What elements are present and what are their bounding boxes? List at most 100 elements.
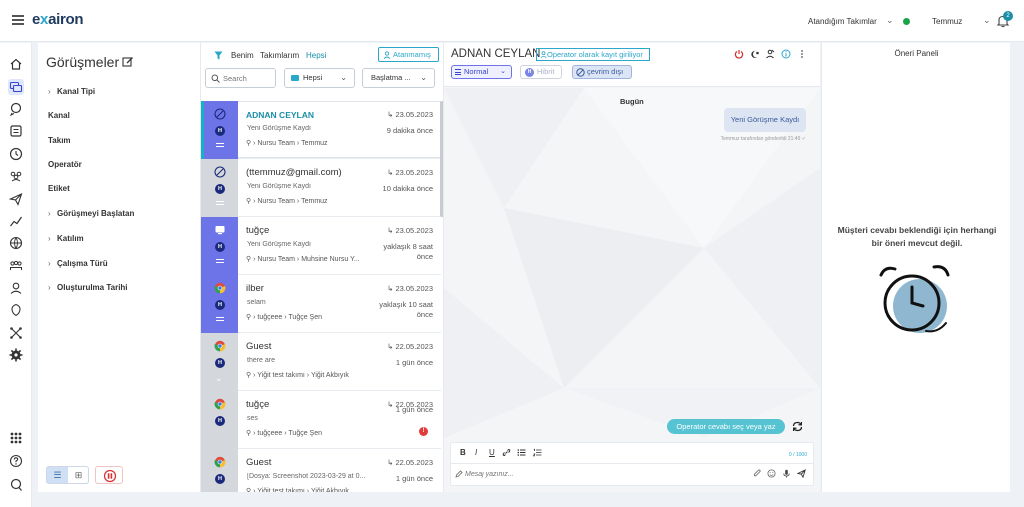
mode-select[interactable]: Normal ⌄ xyxy=(451,65,512,79)
filter-team[interactable]: Takım xyxy=(48,136,71,145)
grid-view-icon[interactable]: ⊞ xyxy=(68,467,89,483)
italic-button[interactable]: I xyxy=(475,448,477,457)
apps-grid-icon[interactable] xyxy=(8,430,24,446)
tab-teams[interactable]: Takımlarım xyxy=(260,51,299,60)
conversation-name: Guest xyxy=(246,457,272,468)
tab-mine[interactable]: Benim xyxy=(231,51,254,60)
filter-created-date[interactable]: › Oluşturulma Tarihi xyxy=(48,283,128,292)
chevron-down-icon[interactable]: ⌄ xyxy=(215,373,223,384)
integrations-icon[interactable] xyxy=(8,325,24,341)
transfer-user-icon[interactable] xyxy=(765,49,775,59)
underline-button[interactable]: U xyxy=(489,448,495,457)
team-icon[interactable] xyxy=(8,168,24,184)
conversation-row[interactable]: H Guest ↳ 22.05.2023 [Dosya: Screenshot 202… xyxy=(201,449,441,492)
link-icon[interactable] xyxy=(502,448,511,457)
mode-select-value: Normal xyxy=(464,67,489,76)
conversation-assignment: ⚲ › Nursu Team › Temmuz xyxy=(246,197,328,205)
info-icon[interactable] xyxy=(781,49,791,59)
conversation-row[interactable]: Hilber ↳ 23.05.2023 selam yaklaşık 10 saat … xyxy=(201,275,441,333)
conversation-team: tuğçeee xyxy=(257,430,283,437)
bullet-list-icon[interactable] xyxy=(517,448,526,457)
conversation-operator: Yiğit Akbıyık xyxy=(310,488,349,492)
gear-icon[interactable] xyxy=(8,347,24,363)
users-group-icon[interactable] xyxy=(8,258,24,274)
microphone-icon[interactable] xyxy=(782,469,791,478)
suggestion-panel: Öneri Paneli Müşteri cevabı beklendiği i… xyxy=(821,43,1010,492)
numbered-list-icon[interactable] xyxy=(533,448,542,457)
message-meta: Temmuz tarafından gönderildi 21:49 ✓ xyxy=(720,136,806,142)
suggest-reply-button[interactable]: Operator cevabı seç veya yaz xyxy=(667,419,785,434)
filter-initiator[interactable]: › Görüşmeyi Başlatan xyxy=(48,209,134,218)
shield-icon[interactable] xyxy=(8,302,24,318)
hybrid-button[interactable]: H Hibrit xyxy=(520,65,562,79)
filter-work-type[interactable]: › Çalışma Türü xyxy=(48,259,108,268)
conversation-operator: Yiğit Akbıyık xyxy=(310,372,349,379)
list-view-icon[interactable]: ☰ xyxy=(47,467,68,483)
sort-filter-select[interactable]: Başlatma ... ⌄ xyxy=(362,68,435,88)
attachment-icon[interactable] xyxy=(753,469,762,478)
conversation-row[interactable]: Htuğçe ↳ 22.05.2023 ses 1 gün önce! ⚲ › tuğç… xyxy=(201,391,441,449)
pause-button[interactable] xyxy=(95,466,123,484)
character-counter: 0 / 1000 xyxy=(788,452,807,458)
filter-icon[interactable] xyxy=(214,51,223,60)
channel-filter-select[interactable]: Hepsi ⌄ xyxy=(284,68,355,88)
message-composer: B I U 0 / 1000 xyxy=(450,442,814,486)
conversation-row[interactable]: H ADNAN CEYLAN ↳ 23.05.2023 Yeni Görüşme Ka… xyxy=(201,101,441,159)
unassigned-button[interactable]: Atanmamış xyxy=(378,47,439,62)
pause-icon xyxy=(103,469,117,483)
refresh-icon[interactable] xyxy=(791,420,804,433)
tab-all[interactable]: Hepsi xyxy=(306,51,326,60)
home-icon[interactable] xyxy=(8,56,24,72)
customer-name: ADNAN CEYLAN xyxy=(451,48,541,60)
search-box xyxy=(205,68,276,88)
filter-operator[interactable]: Operatör xyxy=(48,160,82,169)
globe-icon[interactable] xyxy=(8,235,24,251)
emoji-icon[interactable] xyxy=(767,469,776,478)
exairon-logo[interactable]: exairon xyxy=(32,11,84,28)
conversation-row[interactable]: Htuğçe ↳ 23.05.2023 Yeni Görüşme Kaydı yakl… xyxy=(201,217,441,275)
edit-icon[interactable] xyxy=(122,56,134,68)
live-chat-icon[interactable] xyxy=(8,477,24,493)
message-input[interactable] xyxy=(465,468,725,480)
chevron-down-icon[interactable]: ⌄ xyxy=(983,15,991,26)
offline-status-button[interactable]: çevrim dışı xyxy=(572,65,632,79)
filter-channel-type[interactable]: › Kanal Tipi xyxy=(48,87,95,96)
filters-panel: Görüşmeler › Kanal Tipi Kanal Takım Opera… xyxy=(38,43,200,492)
filter-participation[interactable]: › Katılım xyxy=(48,234,84,243)
clock-icon[interactable] xyxy=(8,146,24,162)
search-input[interactable] xyxy=(223,72,273,84)
analytics-icon[interactable] xyxy=(8,213,24,229)
conversation-team: tuğçeee xyxy=(257,314,283,321)
conversation-time-ago: yaklaşık 10 saat önce xyxy=(379,300,433,319)
conversation-row[interactable]: H (ttemmuz@gmail.com) ↳ 23.05.2023 Yeni Gör… xyxy=(201,159,441,217)
reports-icon[interactable] xyxy=(8,123,24,139)
conversation-operator: Tuğçe Şen xyxy=(288,430,323,437)
conversation-status-strip: H xyxy=(201,391,238,449)
help-icon[interactable] xyxy=(8,453,24,469)
conversation-operator: Muhsine Nursu Y... xyxy=(301,256,360,263)
team-selector[interactable]: Atandığım Takımlar xyxy=(808,17,877,26)
day-separator: Bugün xyxy=(620,97,644,106)
channel-filter-value: Hepsi xyxy=(303,73,323,82)
conversation-time-ago: 1 gün önce xyxy=(395,474,433,483)
moon-icon[interactable] xyxy=(750,49,760,59)
user-icon xyxy=(540,51,547,58)
chevron-down-icon[interactable]: ⌄ xyxy=(886,15,894,26)
power-icon[interactable] xyxy=(734,49,744,59)
conversations-icon[interactable] xyxy=(8,79,24,95)
conversation-date-value: 23.05.2023 xyxy=(395,110,433,119)
send-icon[interactable] xyxy=(797,469,806,478)
filter-channel[interactable]: Kanal xyxy=(48,111,70,120)
chat-search-icon[interactable] xyxy=(8,101,24,117)
user-icon[interactable] xyxy=(8,280,24,296)
send-icon[interactable] xyxy=(8,191,24,207)
filter-tag[interactable]: Etiket xyxy=(48,184,70,193)
bold-button[interactable]: B xyxy=(460,448,466,457)
conversation-row[interactable]: H ⌄ Guest ↳ 22.05.2023 there are 1 gün önce ⚲ … xyxy=(201,333,441,391)
conversation-date: ↳ 23.05.2023 xyxy=(387,226,433,235)
menu-lines-icon xyxy=(216,259,224,265)
user-menu[interactable]: Temmuz xyxy=(932,17,962,26)
hamburger-menu-icon[interactable] xyxy=(12,15,24,25)
chevron-down-icon: ⌄ xyxy=(500,68,506,75)
more-options-icon[interactable] xyxy=(797,49,807,59)
